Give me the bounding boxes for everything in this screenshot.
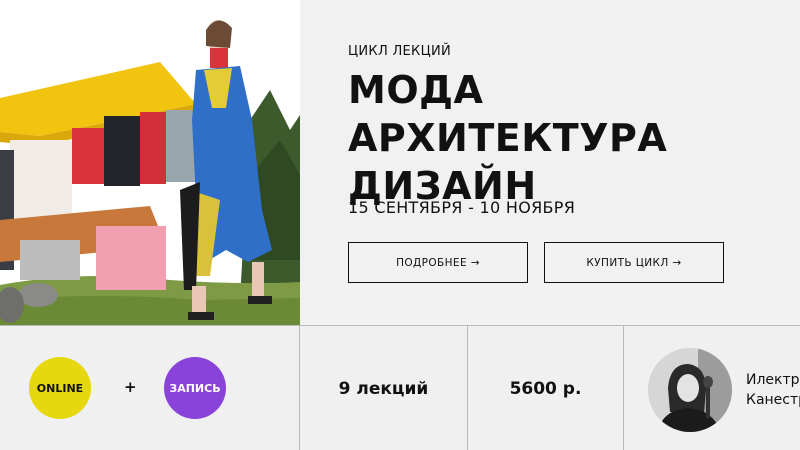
lectures-count-cell: 9 лекций <box>300 326 468 450</box>
price: 5600 р. <box>509 378 582 399</box>
lecturer-last-name: Канестр <box>746 392 800 408</box>
lecturer-name[interactable]: Илектр Канестр <box>746 370 800 410</box>
format-cell: ONLINE + ЗАПИСЬ <box>0 326 300 450</box>
more-details-button[interactable]: ПОДРОБНЕЕ → <box>348 242 528 283</box>
price-cell: 5600 р. <box>468 326 624 450</box>
lecturer-cell[interactable]: Илектр Канестр <box>624 326 800 450</box>
hero-section: ЦИКЛ ЛЕКЦИЙ МОДА АРХИТЕКТУРА ДИЗАЙН 15 С… <box>0 0 800 325</box>
date-range: 15 СЕНТЯБРЯ - 10 НОЯБРЯ <box>348 198 576 217</box>
page-title: МОДА АРХИТЕКТУРА ДИЗАЙН <box>348 66 800 210</box>
plus-sign: + <box>124 378 137 396</box>
lectures-count: 9 лекций <box>338 378 429 399</box>
hero-image <box>0 0 300 325</box>
series-label: ЦИКЛ ЛЕКЦИЙ <box>348 44 452 59</box>
info-strip: ONLINE + ЗАПИСЬ 9 лекций 5600 р. Илектр … <box>0 325 800 450</box>
title-line-1: МОДА АРХИТЕКТУРА <box>348 68 668 160</box>
buy-series-button[interactable]: КУПИТЬ ЦИКЛ → <box>544 242 724 283</box>
avatar[interactable] <box>648 348 732 432</box>
lecturer-first-name: Илектр <box>746 372 800 388</box>
recording-badge: ЗАПИСЬ <box>164 357 226 419</box>
hero-text: ЦИКЛ ЛЕКЦИЙ МОДА АРХИТЕКТУРА ДИЗАЙН 15 С… <box>348 0 800 325</box>
online-badge: ONLINE <box>29 357 91 419</box>
